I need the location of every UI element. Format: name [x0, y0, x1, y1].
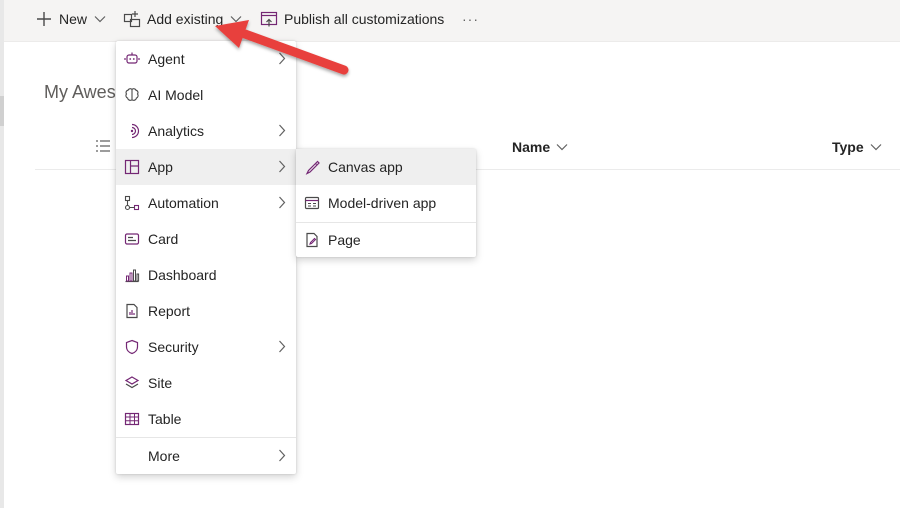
pen-icon	[303, 158, 321, 176]
app-submenu: Canvas app Model-driven app Page	[296, 149, 476, 257]
new-button-label: New	[59, 11, 88, 27]
submenu-item-label: Model-driven app	[328, 195, 437, 211]
menu-item-label: Dashboard	[148, 267, 217, 283]
column-header-name[interactable]: Name	[512, 139, 568, 155]
menu-item-more[interactable]: More	[116, 438, 296, 474]
table-icon	[123, 410, 141, 428]
plus-icon	[35, 10, 53, 28]
flow-icon	[123, 194, 141, 212]
chevron-right-icon	[278, 449, 286, 462]
menu-item-security[interactable]: Security	[116, 329, 296, 365]
menu-item-label: Site	[148, 375, 173, 391]
more-commands-button[interactable]: ···	[462, 0, 479, 38]
chevron-right-icon	[278, 160, 286, 173]
menu-item-label: Automation	[148, 195, 219, 211]
menu-item-app[interactable]: App	[116, 149, 296, 185]
page-title: My Awes	[44, 82, 116, 102]
add-existing-icon	[123, 10, 141, 28]
model-driven-app-icon	[303, 194, 321, 212]
menu-item-automation[interactable]: Automation	[116, 185, 296, 221]
site-icon	[123, 374, 141, 392]
column-header-label: Name	[512, 139, 551, 155]
menu-item-dashboard[interactable]: Dashboard	[116, 257, 296, 293]
chevron-down-icon	[870, 143, 882, 151]
chevron-right-icon	[278, 196, 286, 209]
analytics-icon	[123, 122, 141, 140]
shield-icon	[123, 338, 141, 356]
chevron-right-icon	[278, 124, 286, 137]
submenu-item-label: Page	[328, 232, 361, 248]
menu-item-label: Card	[148, 231, 179, 247]
menu-item-label: App	[148, 159, 173, 175]
submenu-item-model-driven-app[interactable]: Model-driven app	[296, 185, 476, 221]
column-header-type[interactable]: Type	[832, 139, 882, 155]
report-icon	[123, 302, 141, 320]
chevron-down-icon	[556, 143, 568, 151]
annotation-arrow-icon	[215, 20, 349, 75]
brain-icon	[123, 86, 141, 104]
card-icon	[123, 230, 141, 248]
menu-item-analytics[interactable]: Analytics	[116, 113, 296, 149]
menu-item-table[interactable]: Table	[116, 401, 296, 437]
menu-item-card[interactable]: Card	[116, 221, 296, 257]
menu-item-label: Analytics	[148, 123, 205, 139]
menu-item-site[interactable]: Site	[116, 365, 296, 401]
more-icon: ···	[462, 11, 479, 27]
menu-item-label: Table	[148, 411, 182, 427]
agent-icon	[123, 50, 141, 68]
submenu-item-label: Canvas app	[328, 159, 403, 175]
list-icon[interactable]	[95, 139, 111, 158]
chevron-down-icon	[94, 15, 106, 23]
nav-indicator	[0, 96, 4, 126]
left-nav-strip	[0, 0, 4, 508]
command-bar: New Add existing Publish all customizati…	[4, 0, 900, 42]
submenu-item-canvas-app[interactable]: Canvas app	[296, 149, 476, 185]
menu-item-label: Agent	[148, 51, 185, 67]
menu-item-report[interactable]: Report	[116, 293, 296, 329]
page-icon	[303, 231, 321, 249]
submenu-item-page[interactable]: Page	[296, 222, 476, 258]
add-existing-menu: Agent AI Model Analytics App Automation	[116, 41, 296, 474]
menu-item-label: More	[148, 448, 180, 464]
column-header-label: Type	[832, 139, 864, 155]
dashboard-icon	[123, 266, 141, 284]
menu-item-label: AI Model	[148, 87, 204, 103]
new-button[interactable]: New	[35, 0, 106, 38]
menu-item-label: Report	[148, 303, 191, 319]
chevron-right-icon	[278, 340, 286, 353]
app-icon	[123, 158, 141, 176]
menu-item-label: Security	[148, 339, 199, 355]
menu-item-ai-model[interactable]: AI Model	[116, 77, 296, 113]
